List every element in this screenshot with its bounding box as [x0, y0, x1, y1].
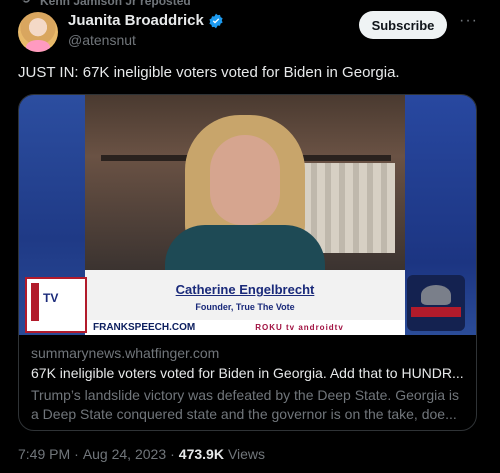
ticker-apps: ROKU tv androidtv — [255, 323, 344, 332]
tweet-time[interactable]: 7:49 PM — [18, 446, 70, 462]
tweet-text: JUST IN: 67K ineligible voters voted for… — [18, 64, 400, 81]
verified-badge-icon — [209, 13, 223, 28]
card-footer[interactable]: summarynews.whatfinger.com 67K ineligibl… — [19, 335, 476, 430]
eagle-icon — [421, 285, 451, 305]
ribbon-icon — [411, 307, 461, 317]
views-label: Views — [227, 446, 266, 462]
person-face — [210, 135, 280, 225]
tweet-meta: 7:49 PM · Aug 24, 2023 · 473.9K Views — [18, 446, 265, 462]
lindell-tv-logo-icon: TV — [25, 277, 87, 333]
guest-name: Catherine Engelbrecht — [175, 282, 315, 297]
repost-line[interactable]: ⟲ Kenn Jamison Jr reposted — [20, 0, 191, 8]
repost-icon: ⟲ — [20, 0, 30, 6]
tweet-date[interactable]: Aug 24, 2023 — [83, 446, 166, 462]
video-thumbnail[interactable]: Catherine Engelbrecht Founder, True The … — [19, 95, 476, 335]
ticker-site: FRANKSPEECH.COM — [93, 322, 196, 333]
warroom-logo-icon — [407, 275, 465, 331]
card-title: 67K ineligible voters voted for Biden in… — [31, 365, 463, 381]
author-name-row[interactable]: Juanita Broaddrick — [68, 12, 224, 29]
tv-logo-text: TV — [43, 291, 59, 305]
meta-separator: · — [74, 446, 79, 462]
person-body — [165, 225, 325, 275]
meta-separator: · — [170, 446, 175, 462]
author-name[interactable]: Juanita Broaddrick — [68, 12, 204, 29]
guest-title: Founder, True The Vote — [195, 302, 295, 312]
lower-third: Catherine Engelbrecht Founder, True The … — [85, 270, 405, 320]
cross-icon — [31, 283, 39, 321]
more-options-icon[interactable]: ··· — [459, 12, 478, 30]
ticker-bar: FRANKSPEECH.COM ROKU tv androidtv — [85, 320, 405, 335]
card-domain: summarynews.whatfinger.com — [31, 345, 220, 361]
video-frame — [85, 95, 405, 275]
card-description: Trump’s landslide victory was defeated b… — [31, 387, 459, 422]
author-handle[interactable]: @atensnut — [68, 32, 136, 48]
subscribe-button[interactable]: Subscribe — [359, 11, 447, 39]
repost-text: Kenn Jamison Jr reposted — [40, 0, 191, 8]
avatar[interactable] — [18, 12, 58, 52]
views-count: 473.9K — [178, 446, 224, 462]
link-card[interactable]: Catherine Engelbrecht Founder, True The … — [18, 94, 477, 431]
